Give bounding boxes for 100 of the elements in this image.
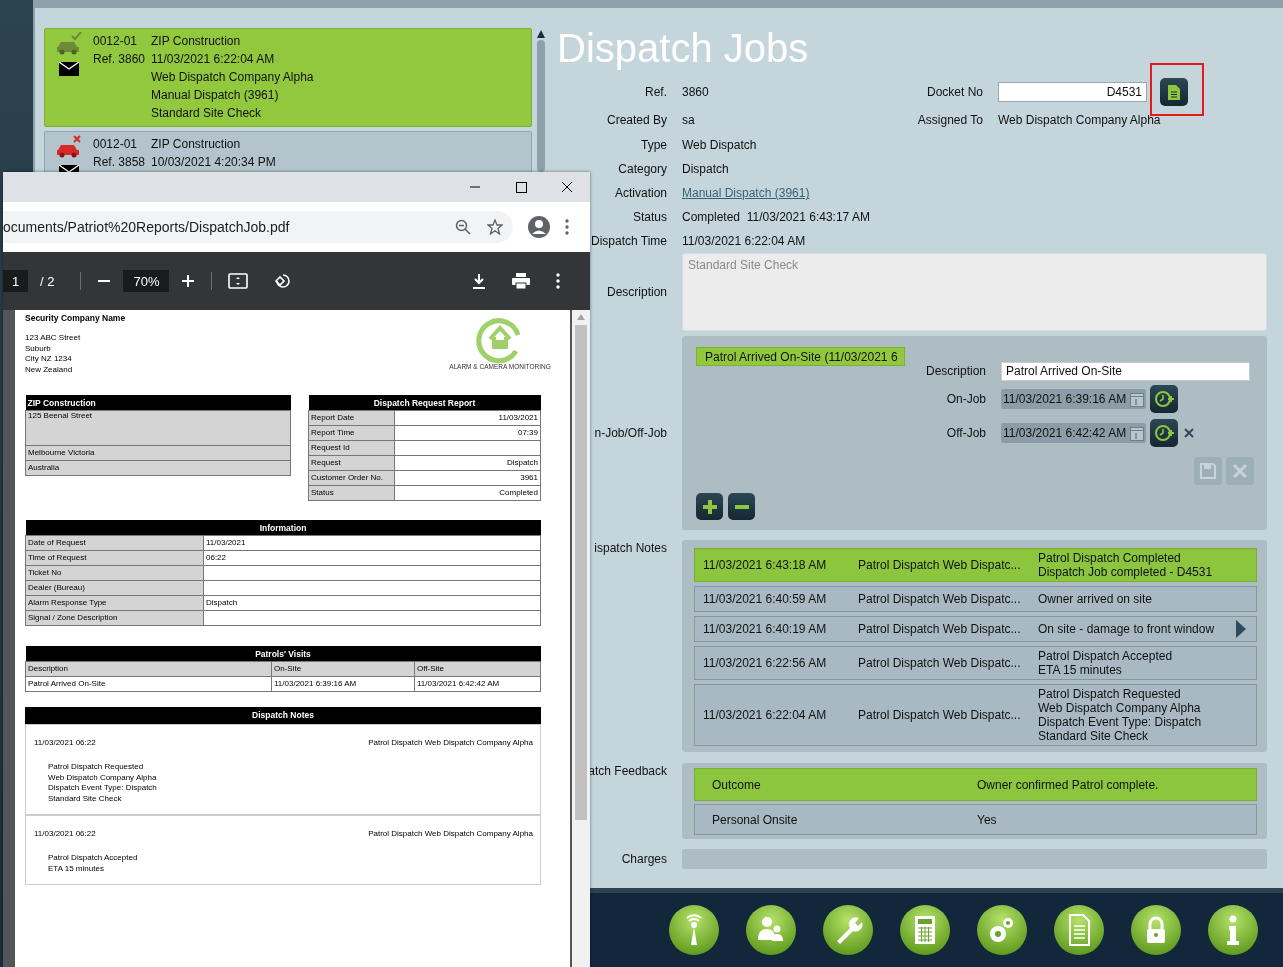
gears-icon[interactable]: [977, 905, 1027, 955]
scrollbar[interactable]: [572, 310, 590, 967]
report-button[interactable]: [1160, 78, 1188, 106]
clock-plus-icon: [1154, 389, 1174, 409]
remove-button[interactable]: [728, 493, 755, 520]
field-value: Completed 11/03/2021 6:43:17 AM: [682, 210, 871, 224]
field-label: Description: [605, 285, 667, 299]
scroll-up-icon[interactable]: [537, 30, 545, 38]
wrench-icon[interactable]: [823, 905, 873, 955]
feedback-value: Owner confirmed Patrol complete.: [977, 777, 1160, 792]
time-button[interactable]: [1150, 385, 1178, 413]
add-button[interactable]: [696, 493, 723, 520]
note-row[interactable]: 11/03/2021 6:40:59 AM Patrol Dispatch Web Dispatc... Owner arrived on site: [694, 586, 1257, 612]
note-text: Patrol Dispatch Requested: [48, 762, 145, 773]
address-line: 123 ABC Street: [25, 333, 82, 344]
note-row[interactable]: 11/03/2021 6:43:18 AM Patrol Dispatch Web Dispatc... Patrol Dispatch Completed Dispatch Job completed - D4531: [694, 548, 1257, 582]
note-row[interactable]: 11/03/2021 6:22:56 AM Patrol Dispatch Web Dispatc... Patrol Dispatch Accepted ETA 15 minutes: [694, 646, 1257, 680]
clear-icon[interactable]: [1184, 428, 1194, 438]
feedback-row[interactable]: Outcome Owner confirmed Patrol complete.: [694, 768, 1257, 801]
field-label: Dispatch Time: [589, 234, 667, 248]
section-label: ispatch Notes: [593, 540, 667, 557]
minus-icon: [733, 504, 750, 509]
info-icon[interactable]: [1208, 905, 1258, 955]
table-header: Dispatch Notes: [25, 707, 541, 724]
docket-field[interactable]: D4531: [998, 82, 1147, 102]
note-text: Web Dispatch Company Alpha: [48, 772, 158, 783]
description-field[interactable]: Standard Site Check: [682, 253, 1267, 331]
table-cell: 125 Beenal Street: [25, 410, 291, 446]
zoom-field[interactable]: 70%: [123, 270, 170, 292]
job-ref: Ref. 3858: [93, 155, 147, 169]
job-code: 0012-01: [93, 137, 139, 151]
time-button[interactable]: [1150, 419, 1178, 447]
note-text: Standard Site Check: [48, 793, 123, 804]
note-time: 11/03/2021 6:40:59 AM: [703, 592, 828, 606]
note-time: 11/03/2021 6:22:04 AM: [703, 708, 828, 722]
feedback-row[interactable]: Personal Onsite Yes: [694, 804, 1257, 835]
document-icon[interactable]: [1054, 905, 1104, 955]
column-header: On-Site: [271, 661, 415, 677]
envelope-icon: [59, 62, 79, 76]
visit-description-field[interactable]: Patrol Arrived On-Site: [1001, 361, 1250, 381]
note-row[interactable]: 11/03/2021 6:40:19 AM Patrol Dispatch Web Dispatc... On site - damage to front window: [694, 616, 1257, 642]
section-label: n-Job/Off-Job: [593, 426, 667, 440]
highlight-frame: [1150, 63, 1204, 116]
field-label: Activation: [613, 186, 667, 200]
feedback-value: Yes: [977, 812, 998, 827]
table-header: Dispatch Request Report: [308, 395, 541, 411]
note-text: Patrol Dispatch Accepted: [1038, 649, 1174, 663]
star-icon[interactable]: [487, 219, 503, 235]
zoom-plus-icon[interactable]: [181, 274, 196, 288]
note-author: Patrol Dispatch Web Dispatc...: [858, 656, 1022, 670]
note-text: Patrol Dispatch Requested: [1038, 687, 1182, 701]
page-number-field[interactable]: 1: [3, 270, 28, 292]
antenna-icon[interactable]: [669, 905, 719, 955]
visit-tab[interactable]: Patrol Arrived On-Site (11/03/2021 6: [696, 347, 905, 366]
field-label: Status: [631, 210, 667, 224]
note-author: Patrol Dispatch Web Dispatc...: [858, 708, 1022, 722]
table-cell: 11/03/2021: [203, 535, 541, 551]
document-icon: [1167, 83, 1181, 101]
job-card[interactable]: 0012-01 ZIP Construction Ref. 3858 10/03/2021 4:20:34 PM: [44, 131, 532, 172]
job-datetime: 10/03/2021 4:20:34 PM: [151, 155, 277, 169]
calculator-icon[interactable]: [900, 905, 950, 955]
fit-page-icon[interactable]: [228, 273, 249, 289]
note-text: Owner arrived on site: [1038, 592, 1154, 606]
job-ref: Ref. 3860: [93, 52, 147, 66]
account-icon[interactable]: [527, 215, 551, 239]
clock-plus-icon: [1154, 423, 1174, 443]
field-value: sa: [682, 113, 696, 127]
print-icon[interactable]: [512, 273, 530, 289]
note-author: Patrol Dispatch Web Dispatc...: [858, 592, 1022, 606]
zoom-out-icon[interactable]: [455, 219, 471, 235]
scrollbar[interactable]: [537, 28, 545, 172]
page-count: / 2: [40, 273, 55, 289]
field-label: On-Job: [945, 392, 986, 406]
field-value: 11/03/2021 6:22:04 AM: [682, 234, 807, 248]
feedback-name: Personal Onsite: [712, 812, 799, 827]
address-line: New Zealand: [25, 364, 74, 375]
note-row[interactable]: 11/03/2021 6:22:04 AM Patrol Dispatch Web Dispatc... Patrol Dispatch Requested Web Dispatch Company Alpha Dispatch Event Type: Dispatch Standard Site Check: [694, 684, 1257, 746]
note-text: Patrol Dispatch Accepted: [48, 853, 139, 864]
field-label: Created By: [605, 113, 667, 127]
activation-link[interactable]: Manual Dispatch (3961): [682, 186, 882, 200]
job-code: 0012-01: [93, 34, 139, 48]
job-card[interactable]: 0012-01 ZIP Construction Ref. 3860 11/03/2021 6:22:04 AM Web Dispatch Company Alpha Manual Dispatch (3961) Standard Site Check: [44, 28, 532, 127]
more-icon[interactable]: [556, 273, 560, 289]
date-field[interactable]: 11/03/2021 6:42:42 AM: [1001, 423, 1146, 443]
field-value: Web Dispatch Company Alpha: [998, 113, 1162, 127]
lock-icon[interactable]: [1131, 905, 1181, 955]
date-field[interactable]: 11/03/2021 6:39:16 AM: [1001, 389, 1146, 409]
people-icon[interactable]: [746, 905, 796, 955]
job-company: ZIP Construction: [151, 137, 242, 151]
address-bar[interactable]: ocuments/Patriot%20Reports/DispatchJob.pdf: [3, 211, 513, 243]
table-cell: Date of Request: [25, 535, 204, 551]
field-label: Description: [924, 364, 986, 378]
job-detail: Manual Dispatch (3961): [151, 88, 280, 102]
table-header: Information: [25, 520, 541, 536]
menu-icon[interactable]: [565, 219, 569, 235]
arrow-right-icon[interactable]: [1236, 620, 1246, 638]
note-text: Standard Site Check: [1038, 729, 1150, 743]
download-icon[interactable]: [472, 273, 486, 289]
rotate-icon[interactable]: [274, 272, 293, 290]
note-author: Patrol Dispatch Web Dispatch Company Alpha: [368, 829, 533, 839]
